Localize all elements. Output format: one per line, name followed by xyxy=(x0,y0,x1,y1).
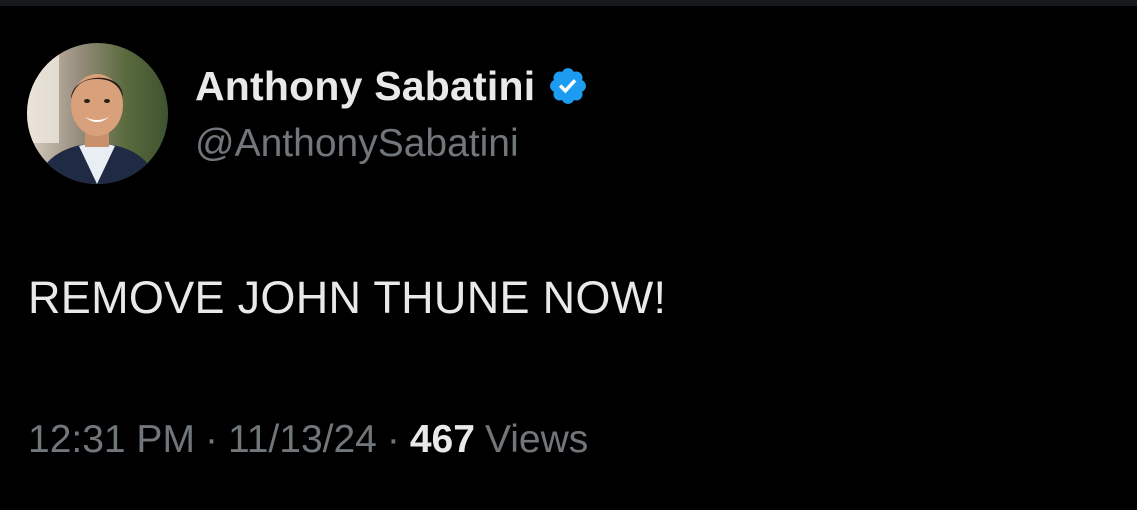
display-name[interactable]: Anthony Sabatini xyxy=(195,63,535,110)
meta-separator: · xyxy=(204,418,218,461)
tweet-meta: 12:31 PM · 11/13/24 · 467 Views xyxy=(28,418,588,462)
name-row: Anthony Sabatini xyxy=(195,60,589,112)
handle[interactable]: @AnthonySabatini xyxy=(195,122,589,166)
views-label[interactable]: Views xyxy=(485,418,588,462)
tweet-date[interactable]: 11/13/24 xyxy=(228,418,377,462)
tweet-time[interactable]: 12:31 PM xyxy=(28,418,195,462)
author-block: Anthony Sabatini @AnthonySabatini xyxy=(195,60,589,166)
verified-badge-icon[interactable] xyxy=(547,65,589,107)
tweet-text: REMOVE JOHN THUNE NOW! xyxy=(28,272,667,323)
meta-separator: · xyxy=(386,418,400,461)
tweet-card[interactable]: Anthony Sabatini @AnthonySabatini REMOVE… xyxy=(0,0,1137,510)
avatar-photo xyxy=(27,43,168,184)
avatar[interactable] xyxy=(27,43,168,184)
views-count[interactable]: 467 xyxy=(410,418,475,462)
